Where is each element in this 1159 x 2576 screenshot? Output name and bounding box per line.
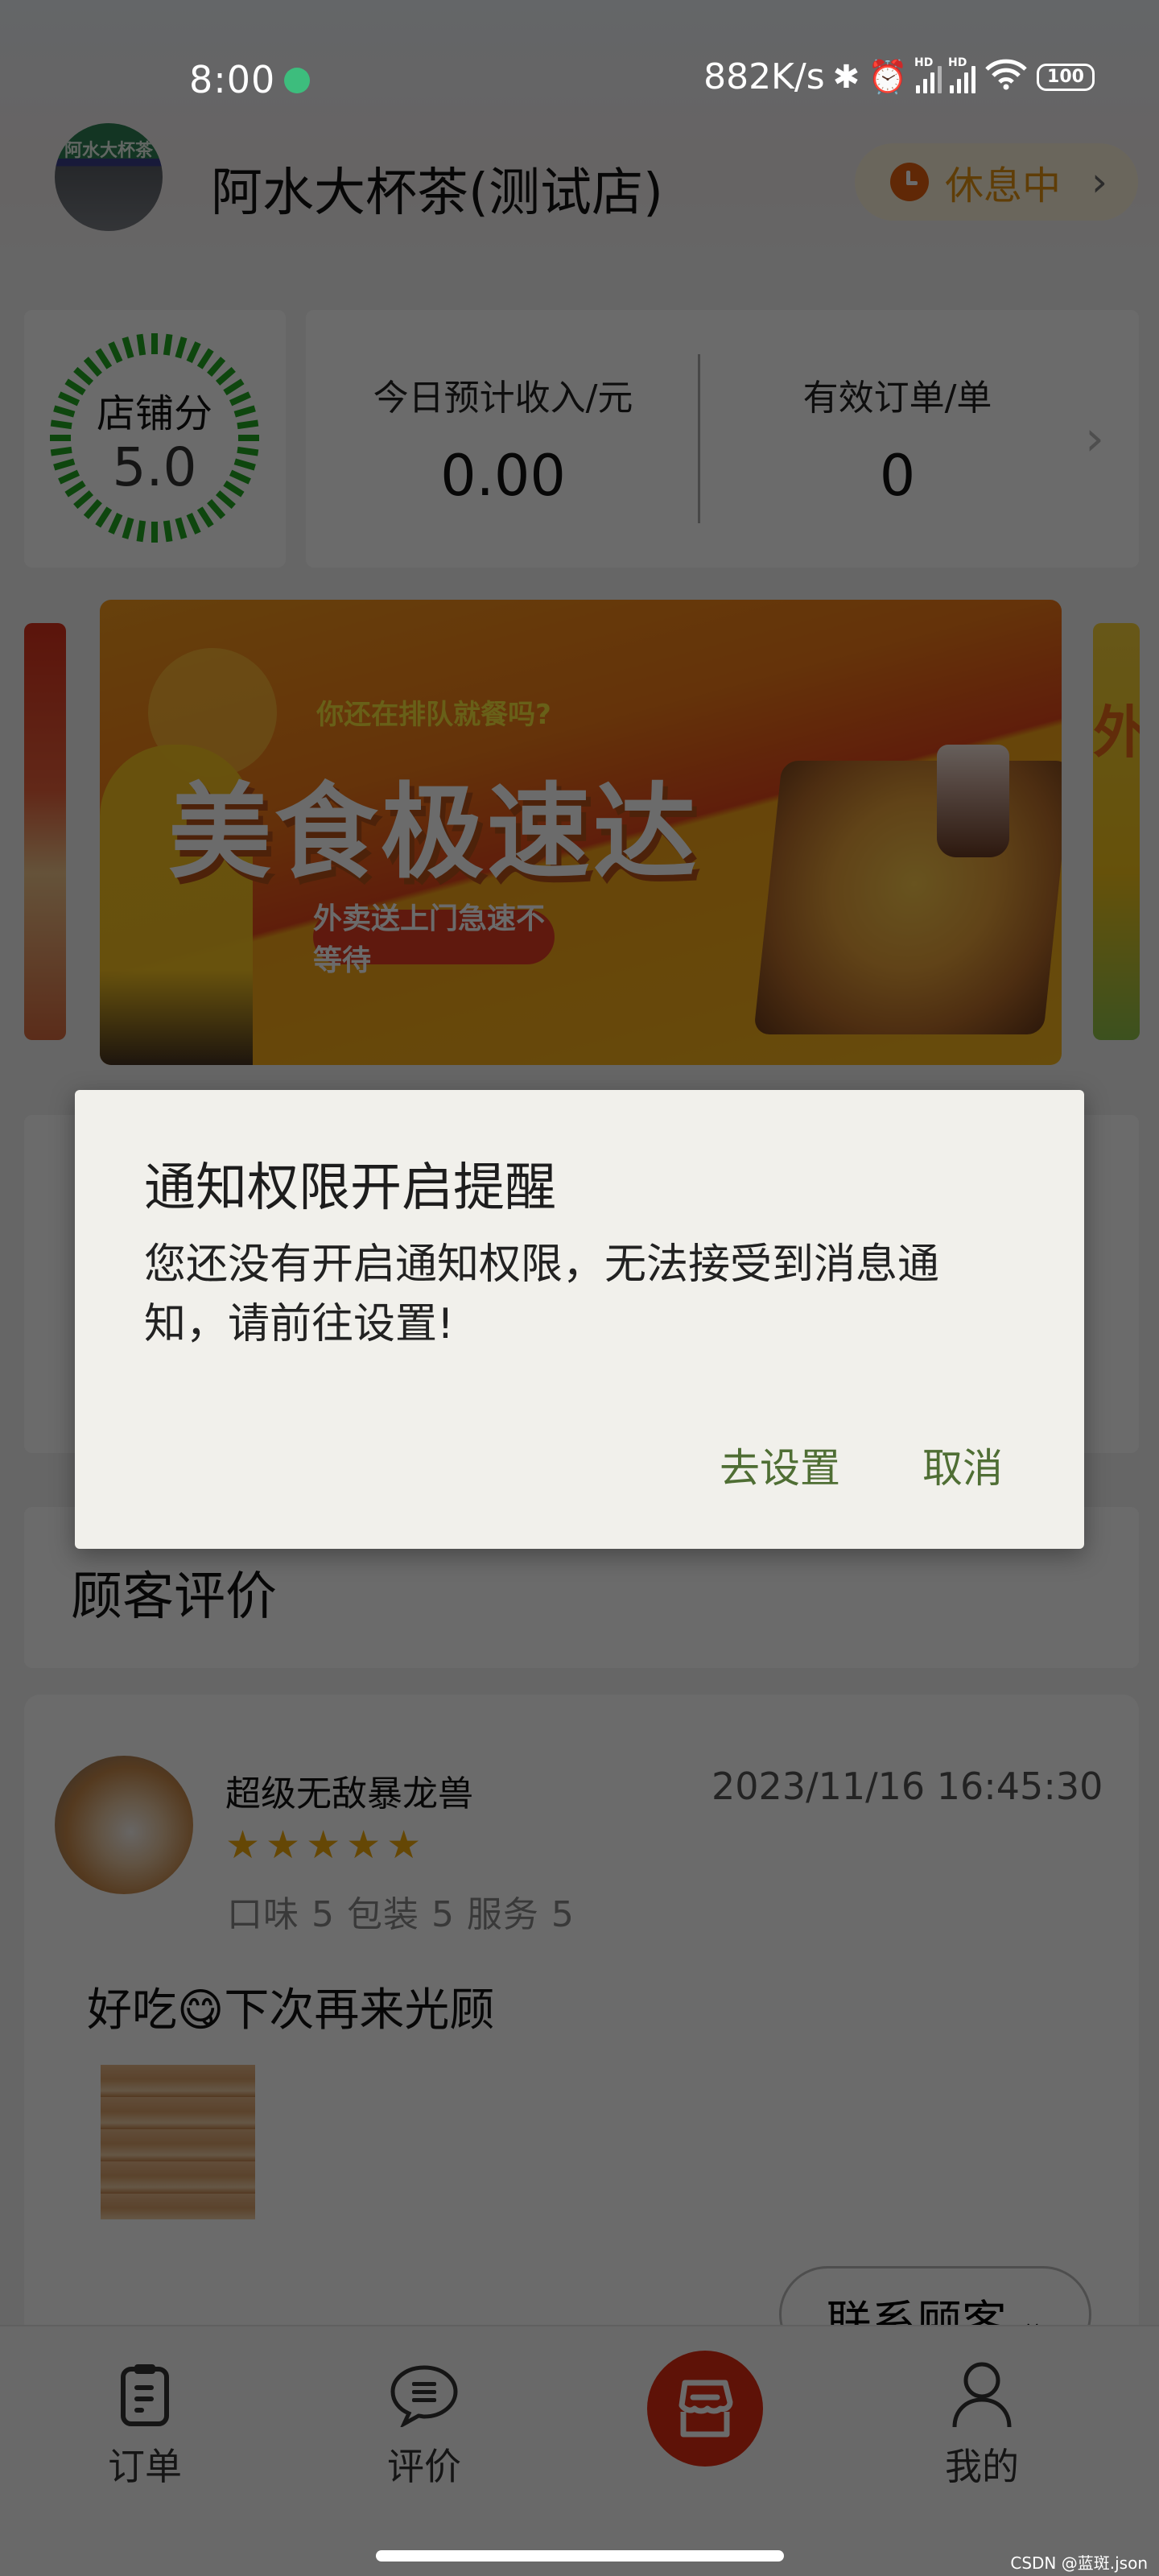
battery-icon: 100 <box>1037 63 1095 91</box>
watermark: CSDN @蓝斑.json <box>1010 2553 1148 2573</box>
dialog-message: 您还没有开启通知权限，无法接受到消息通知，请前往设置! <box>144 1241 940 1348</box>
alarm-icon: ⏰ <box>868 58 908 96</box>
status-bar-right: 882K/s ✱ ⏰ HD HD 100 <box>703 56 1095 97</box>
go-to-settings-button[interactable]: 去设置 <box>720 1436 840 1494</box>
notification-permission-dialog: 通知权限开启提醒 您还没有开启通知权限，无法接受到消息通知，请前往设置! 去设置… <box>75 1090 1084 1549</box>
cancel-button[interactable]: 取消 <box>922 1436 1003 1494</box>
home-indicator[interactable] <box>376 2550 784 2562</box>
status-time: 8:00 <box>189 58 276 101</box>
wifi-icon <box>984 58 1029 96</box>
wechat-icon <box>284 68 310 93</box>
dialog-title: 通知权限开启提醒 <box>144 1158 556 1218</box>
signal-hd-icon: HD <box>948 56 975 93</box>
signal-hd-icon: HD <box>914 56 942 93</box>
bluetooth-icon: ✱ <box>832 58 860 96</box>
network-speed: 882K/s <box>703 56 825 97</box>
